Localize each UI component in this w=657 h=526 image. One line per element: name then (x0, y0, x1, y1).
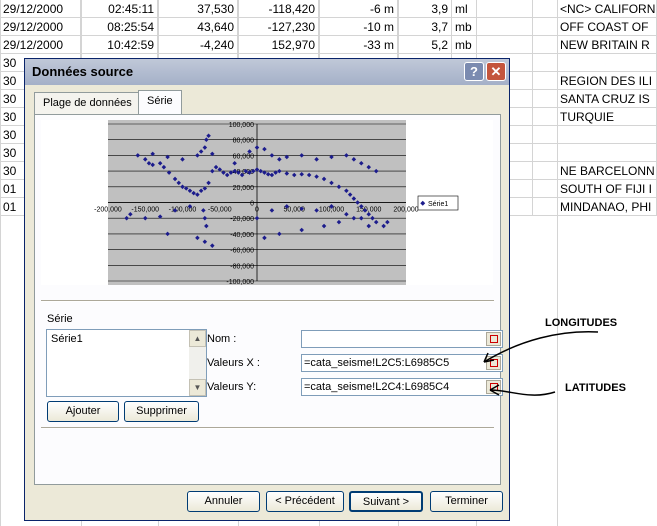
table-cell[interactable]: -127,230 (238, 18, 319, 36)
table-row[interactable]: 29/12/2000 10:42:59 -4,240 152,970 -33 m 5,2 m… (0, 36, 657, 54)
table-cell[interactable]: 3,7 (398, 18, 452, 36)
x-tick-label: -100,000 (169, 207, 197, 214)
name-field[interactable] (301, 330, 503, 348)
y-tick-label: -100,000 (226, 279, 254, 285)
source-data-dialog: Données source ? ✕ Plage de données Séri… (24, 58, 510, 521)
table-cell[interactable]: -4,240 (158, 36, 238, 54)
y-tick-label: 0 (250, 201, 254, 208)
x-tick-label: 200,000 (393, 207, 418, 214)
add-button[interactable]: Ajouter (47, 401, 119, 422)
list-item[interactable]: Série1 (49, 332, 188, 346)
table-cell[interactable]: 29/12/2000 (0, 18, 81, 36)
series-listbox[interactable]: Série1 ▲ ▼ (46, 329, 207, 397)
table-cell[interactable]: -10 m (319, 18, 398, 36)
table-cell[interactable]: 08:25:54 (81, 18, 158, 36)
range-select-icon[interactable] (486, 356, 501, 370)
table-cell[interactable]: OFF COAST OF (557, 18, 657, 36)
table-cell[interactable]: 43,640 (158, 18, 238, 36)
series-panel: 100,000 80,000 60,000 40,000 20,000 0 -20,000-… (34, 114, 503, 485)
table-cell[interactable]: mb (452, 36, 533, 54)
y-tick-label: -40,000 (230, 232, 254, 239)
cancel-button[interactable]: Annuler (187, 491, 260, 512)
table-cell[interactable]: 3,9 (398, 0, 452, 18)
help-icon: ? (470, 64, 478, 79)
y-tick-label: -20,000 (230, 216, 254, 223)
table-cell[interactable]: TURQUIE (557, 108, 657, 126)
table-cell[interactable]: 152,970 (238, 36, 319, 54)
dialog-titlebar[interactable]: Données source ? ✕ (25, 59, 509, 85)
next-button[interactable]: Suivant > (349, 491, 423, 512)
table-cell[interactable]: 02:45:11 (81, 0, 158, 18)
finish-button[interactable]: Terminer (430, 491, 503, 512)
table-cell[interactable]: 10:42:59 (81, 36, 158, 54)
name-label: Nom : (207, 333, 237, 345)
table-cell[interactable]: 29/12/2000 (0, 36, 81, 54)
table-cell[interactable] (557, 144, 657, 162)
x-values-label: Valeurs X : (207, 357, 260, 369)
table-cell[interactable]: NE BARCELONN (557, 162, 657, 180)
table-cell[interactable]: 37,530 (158, 0, 238, 18)
table-cell[interactable]: REGION DES ILI (557, 72, 657, 90)
table-cell[interactable]: SANTA CRUZ IS (557, 90, 657, 108)
table-cell[interactable] (557, 54, 657, 72)
table-row[interactable]: 29/12/2000 08:25:54 43,640 -127,230 -10 m 3,7… (0, 18, 657, 36)
scatter-chart: 100,00080,00060,00040,00020,0000-20,000-… (94, 120, 459, 286)
legend-label: Série1 (428, 201, 448, 208)
tab-series[interactable]: Série (138, 90, 182, 115)
y-values-label: Valeurs Y: (207, 381, 257, 393)
previous-button[interactable]: < Précédent (266, 491, 344, 512)
table-cell[interactable]: SOUTH OF FIJI I (557, 180, 657, 198)
x-tick-label: 0 (255, 207, 259, 214)
x-tick-label: -50,000 (208, 207, 232, 214)
close-icon: ✕ (490, 64, 502, 79)
table-cell[interactable]: 29/12/2000 (0, 0, 81, 18)
table-cell[interactable]: ml (452, 0, 533, 18)
listbox-scrollbar[interactable]: ▲ ▼ (189, 330, 206, 396)
separator (41, 300, 494, 302)
table-cell[interactable]: mb (452, 18, 533, 36)
latitudes-annotation: LATITUDES (565, 382, 626, 394)
separator (41, 427, 494, 429)
help-button[interactable]: ? (464, 62, 484, 81)
series-label: Série (47, 313, 73, 325)
x-values-value: =cata_seisme!L2C5:L6985C5 (304, 357, 450, 369)
x-values-field[interactable]: =cata_seisme!L2C5:L6985C5 (301, 354, 503, 372)
tab-data-range[interactable]: Plage de données (34, 92, 141, 114)
close-button[interactable]: ✕ (486, 62, 506, 81)
x-tick-label: -150,000 (131, 207, 159, 214)
chart-preview: 100,000 80,000 60,000 40,000 20,000 0 -20,000-… (41, 120, 493, 286)
dialog-title: Données source (32, 64, 134, 79)
table-cell[interactable]: 5,2 (398, 36, 452, 54)
y-tick-label: 100,000 (229, 122, 254, 129)
table-row[interactable]: 29/12/2000 02:45:11 37,530 -118,420 -6 m 3,9 m… (0, 0, 657, 18)
table-cell[interactable]: -6 m (319, 0, 398, 18)
y-tick-label: -60,000 (230, 248, 254, 255)
table-cell[interactable] (557, 126, 657, 144)
y-values-value: =cata_seisme!L2C4:L6985C4 (304, 381, 450, 393)
y-tick-label: -80,000 (230, 263, 254, 270)
scroll-up-icon[interactable]: ▲ (189, 330, 206, 347)
range-select-icon[interactable] (486, 380, 501, 394)
x-tick-label: -200,000 (94, 207, 122, 214)
table-cell[interactable]: -33 m (319, 36, 398, 54)
y-tick-label: 80,000 (233, 138, 255, 145)
table-cell[interactable]: <NC> CALIFORNIA (557, 0, 657, 18)
table-cell[interactable]: -118,420 (238, 0, 319, 18)
y-tick-label: 20,000 (233, 185, 255, 192)
remove-button[interactable]: Supprimer (124, 401, 199, 422)
table-cell[interactable]: NEW BRITAIN R (557, 36, 657, 54)
longitudes-annotation: LONGITUDES (545, 317, 618, 329)
scroll-down-icon[interactable]: ▼ (189, 379, 206, 396)
table-cell[interactable]: MINDANAO, PHI (557, 198, 657, 216)
range-select-icon[interactable] (486, 332, 501, 346)
y-tick-label: 60,000 (233, 153, 255, 160)
y-values-field[interactable]: =cata_seisme!L2C4:L6985C4 (301, 378, 503, 396)
